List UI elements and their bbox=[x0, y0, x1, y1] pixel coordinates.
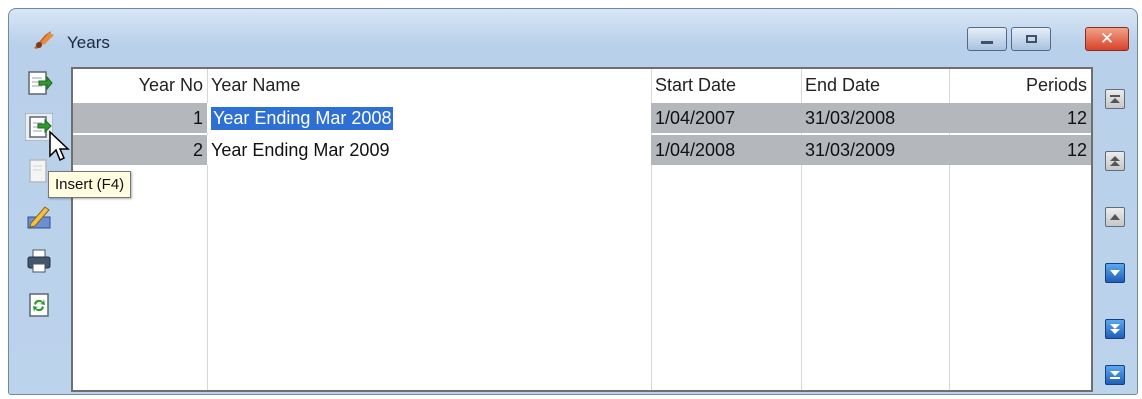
app-icon bbox=[34, 31, 54, 49]
cell-periods[interactable]: 12 bbox=[949, 135, 1091, 165]
page-down-icon bbox=[1110, 324, 1120, 334]
cell-year-no[interactable]: 2 bbox=[73, 135, 207, 165]
page-down-button[interactable] bbox=[1105, 319, 1125, 339]
left-toolbar bbox=[17, 63, 67, 393]
last-record-icon bbox=[1110, 371, 1120, 379]
close-icon: ✕ bbox=[1099, 28, 1115, 49]
window-title: Years bbox=[67, 33, 110, 52]
years-window: Years ✕ Year No Year Name Start Date End… bbox=[8, 8, 1138, 395]
next-record-button[interactable] bbox=[1105, 263, 1125, 283]
cell-year-name[interactable]: Year Ending Mar 2008 bbox=[207, 103, 651, 133]
next-record-icon bbox=[1110, 270, 1120, 276]
cell-periods[interactable]: 12 bbox=[949, 103, 1091, 133]
prior-record-button[interactable] bbox=[1105, 207, 1125, 227]
years-grid: Year No Year Name Start Date End Date Pe… bbox=[71, 67, 1093, 392]
print-icon[interactable] bbox=[25, 247, 53, 275]
cell-end-date[interactable]: 31/03/2009 bbox=[801, 135, 949, 165]
table-row[interactable]: 1 Year Ending Mar 2008 1/04/2007 31/03/2… bbox=[73, 103, 1091, 133]
minimize-button[interactable] bbox=[967, 27, 1007, 51]
header-year-no[interactable]: Year No bbox=[73, 69, 207, 101]
refresh-icon[interactable] bbox=[25, 291, 53, 319]
prior-record-icon bbox=[1110, 214, 1120, 220]
cell-year-no[interactable]: 1 bbox=[73, 103, 207, 133]
insert-tooltip: Insert (F4) bbox=[48, 171, 132, 198]
header-year-name[interactable]: Year Name bbox=[207, 69, 651, 101]
page-up-icon bbox=[1110, 156, 1120, 166]
header-start-date[interactable]: Start Date bbox=[651, 69, 801, 101]
cell-start-date[interactable]: 1/04/2007 bbox=[651, 103, 801, 133]
cell-year-name[interactable]: Year Ending Mar 2009 bbox=[207, 135, 651, 165]
header-periods[interactable]: Periods bbox=[949, 69, 1091, 101]
maximize-button[interactable] bbox=[1011, 27, 1051, 51]
table-row[interactable]: 2 Year Ending Mar 2009 1/04/2008 31/03/2… bbox=[73, 135, 1091, 165]
first-record-button[interactable] bbox=[1105, 89, 1125, 109]
header-end-date[interactable]: End Date bbox=[801, 69, 949, 101]
first-record-icon bbox=[1110, 95, 1120, 103]
close-button[interactable]: ✕ bbox=[1085, 27, 1129, 51]
cell-start-date[interactable]: 1/04/2008 bbox=[651, 135, 801, 165]
maximize-icon bbox=[1025, 35, 1037, 43]
minimize-icon bbox=[981, 40, 993, 44]
navigation-toolbar bbox=[1099, 67, 1135, 392]
edit-record-icon[interactable] bbox=[25, 203, 53, 231]
page-up-button[interactable] bbox=[1105, 151, 1125, 171]
selected-text[interactable]: Year Ending Mar 2008 bbox=[211, 106, 394, 130]
last-record-button[interactable] bbox=[1105, 365, 1125, 385]
cell-end-date[interactable]: 31/03/2008 bbox=[801, 103, 949, 133]
title-bar[interactable]: Years ✕ bbox=[9, 9, 1137, 61]
mouse-cursor-icon bbox=[49, 130, 70, 162]
add-record-icon[interactable] bbox=[25, 69, 53, 97]
